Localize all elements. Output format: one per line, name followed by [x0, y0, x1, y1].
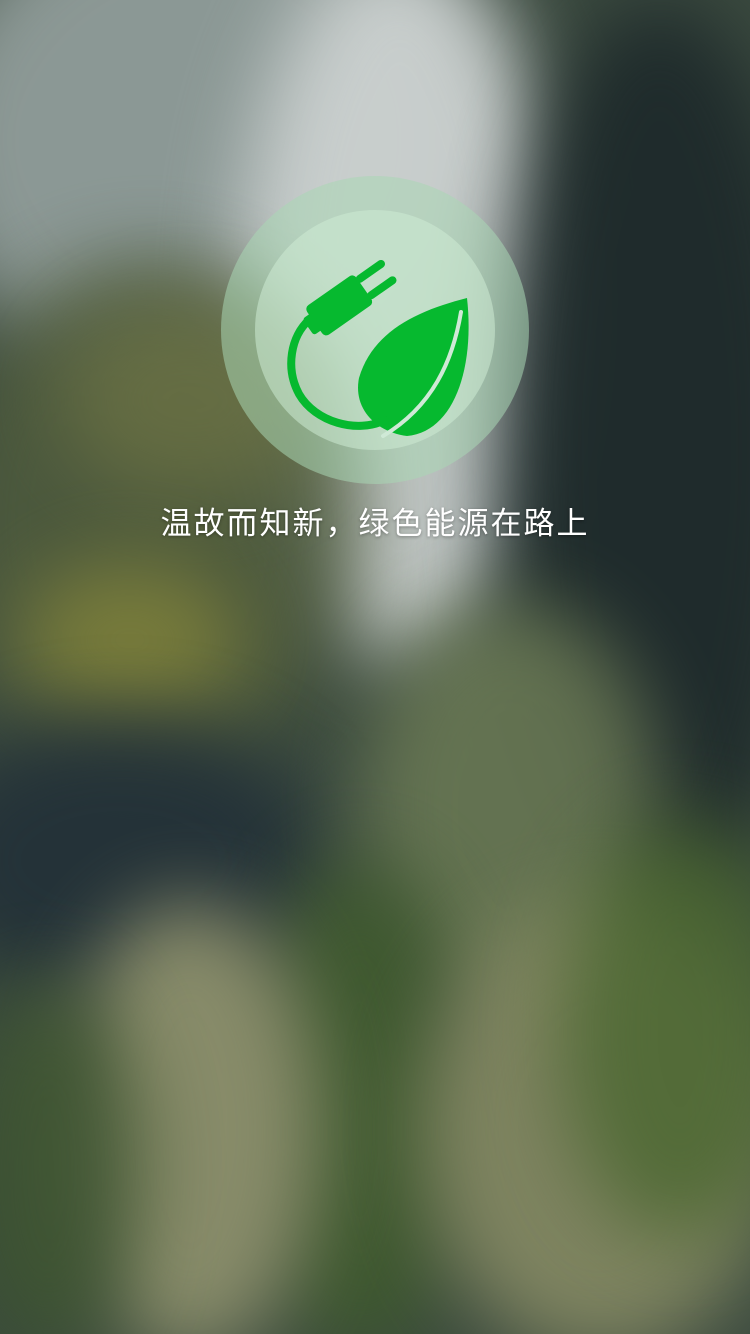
app-logo-inner-circle: [255, 210, 495, 450]
app-logo: [221, 176, 529, 484]
slogan-text: 温故而知新，绿色能源在路上: [160, 506, 590, 542]
plug-leaf-icon: [287, 259, 469, 438]
